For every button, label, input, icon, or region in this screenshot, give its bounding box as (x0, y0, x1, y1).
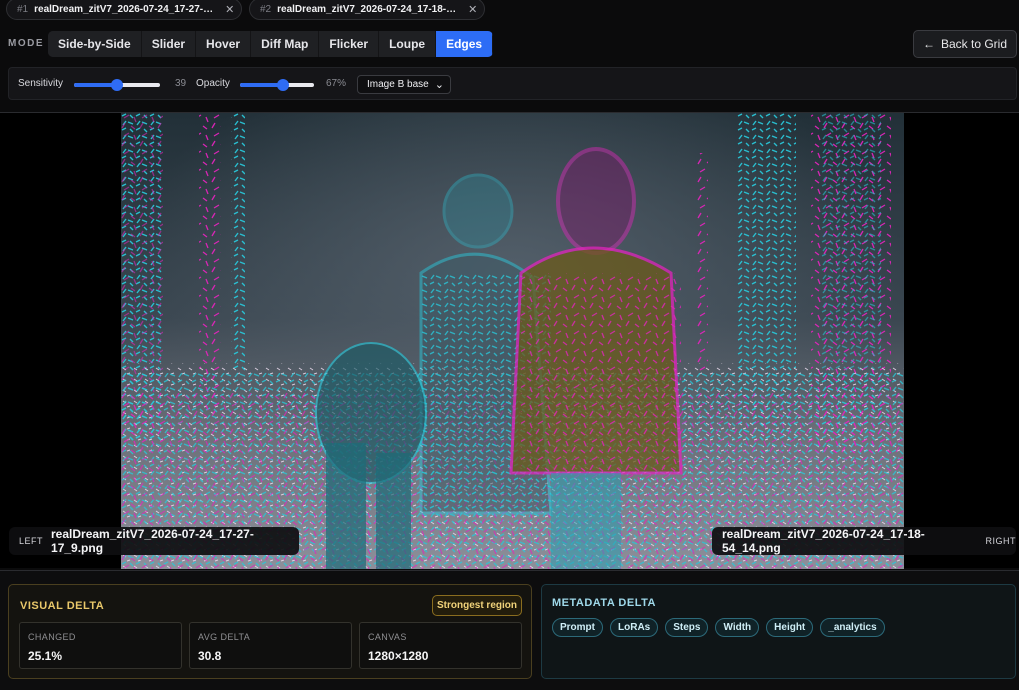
stat-value: 1280×1280 (368, 649, 429, 663)
chevron-down-icon: ⌄ (434, 79, 444, 91)
mode-slider-button[interactable]: Slider (141, 31, 197, 57)
compare-canvas[interactable] (0, 112, 1019, 569)
back-to-grid-button[interactable]: ← Back to Grid (913, 30, 1017, 58)
metadata-chip-list: Prompt LoRAs Steps Width Height _analyti… (552, 618, 885, 637)
slider-handle[interactable] (276, 79, 289, 91)
tab-number: #2 (260, 3, 272, 15)
stat-changed: CHANGED 25.1% (19, 622, 182, 669)
strongest-region-button[interactable]: Strongest region (432, 595, 522, 616)
edges-overlay-image[interactable] (121, 113, 904, 569)
delta-panels: VISUAL DELTA Strongest region CHANGED 25… (0, 570, 1019, 690)
stat-avg-delta: AVG DELTA 30.8 (189, 622, 352, 669)
left-filename: realDream_zitV7_2026-07-24_17-27-17_9.pn… (51, 527, 254, 555)
stat-label: CHANGED (28, 632, 76, 642)
mode-toolbar: MODE Side-by-Side Slider Hover Diff Map … (0, 30, 1019, 58)
sensitivity-value: 39 (175, 78, 187, 89)
stat-label: CANVAS (368, 632, 407, 642)
back-to-grid-label: Back to Grid (940, 37, 1008, 51)
metadata-delta-title: METADATA DELTA (552, 597, 656, 609)
file-tabs: #1 realDream_zitV7_2026-07-24_17-27-… ✕ … (0, 0, 1019, 22)
left-side-label: LEFT (19, 536, 44, 546)
edges-controls: Sensitivity 39 Opacity 67% Image B base … (8, 67, 1017, 100)
metadata-delta-panel: METADATA DELTA Prompt LoRAs Steps Width … (541, 584, 1016, 679)
chip-steps[interactable]: Steps (665, 618, 709, 637)
base-image-select[interactable]: Image B base ⌄ (357, 75, 451, 94)
tab-filename: realDream_zitV7_2026-07-24_17-18-… (277, 3, 457, 15)
tab-file-1[interactable]: #1 realDream_zitV7_2026-07-24_17-27-… ✕ (6, 0, 242, 20)
visual-delta-panel: VISUAL DELTA Strongest region CHANGED 25… (8, 584, 532, 679)
slider-handle[interactable] (111, 79, 123, 91)
mode-loupe-button[interactable]: Loupe (379, 31, 437, 57)
right-file-label: realDream_zitV7_2026-07-24_17-18-54_14.p… (712, 527, 1016, 555)
right-filename: realDream_zitV7_2026-07-24_17-18-54_14.p… (722, 527, 925, 555)
chip-loras[interactable]: LoRAs (610, 618, 659, 637)
chip-prompt[interactable]: Prompt (552, 618, 603, 637)
mode-side-by-side-button[interactable]: Side-by-Side (48, 31, 142, 57)
visual-delta-title: VISUAL DELTA (20, 600, 105, 612)
stat-value: 30.8 (198, 649, 222, 663)
stat-value: 25.1% (28, 649, 63, 663)
tab-number: #1 (17, 3, 29, 15)
opacity-value: 67% (326, 78, 347, 89)
sensitivity-slider[interactable] (74, 79, 160, 91)
mode-label: MODE (8, 38, 44, 49)
base-image-select-value: Image B base (367, 79, 429, 90)
left-file-label: LEFT realDream_zitV7_2026-07-24_17-27-17… (9, 527, 299, 555)
tab-file-2[interactable]: #2 realDream_zitV7_2026-07-24_17-18-… ✕ (249, 0, 485, 20)
right-side-label: RIGHT (985, 536, 1016, 546)
opacity-slider[interactable] (240, 79, 314, 91)
stat-label: AVG DELTA (198, 632, 251, 642)
mode-hover-button[interactable]: Hover (196, 31, 252, 57)
edges-render (121, 113, 904, 569)
mode-selector: Side-by-Side Slider Hover Diff Map Flick… (48, 31, 494, 57)
chip-analytics[interactable]: _analytics (820, 618, 885, 637)
chip-width[interactable]: Width (715, 618, 760, 637)
close-icon[interactable]: ✕ (225, 3, 234, 16)
sensitivity-label: Sensitivity (18, 78, 64, 89)
mode-edges-button[interactable]: Edges (436, 31, 494, 57)
chip-height[interactable]: Height (766, 618, 814, 637)
mode-diff-map-button[interactable]: Diff Map (251, 31, 320, 57)
close-icon[interactable]: ✕ (468, 3, 477, 16)
arrow-left-icon: ← (922, 37, 935, 51)
mode-flicker-button[interactable]: Flicker (319, 31, 380, 57)
stat-canvas: CANVAS 1280×1280 (359, 622, 522, 669)
opacity-label: Opacity (196, 78, 230, 89)
tab-filename: realDream_zitV7_2026-07-24_17-27-… (34, 3, 214, 15)
